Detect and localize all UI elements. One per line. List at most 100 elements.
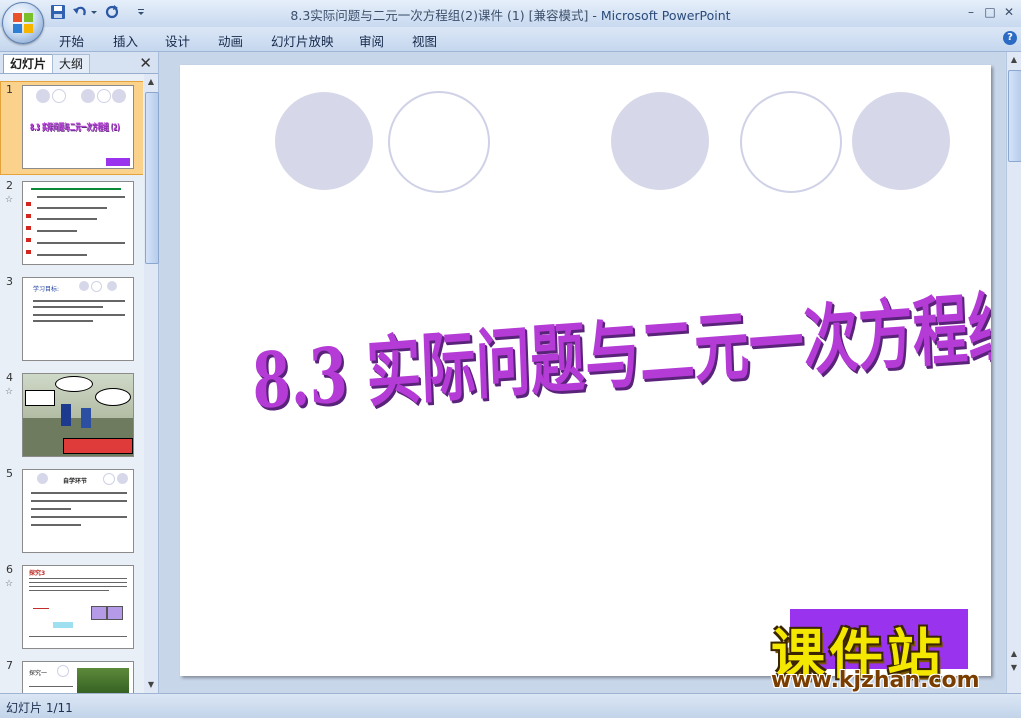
mini-callout [55,376,93,392]
mini-line [31,516,127,518]
mini-heading: 探究一 [29,670,48,677]
mini-box [91,606,107,620]
mini-circle [91,281,102,292]
title-bar: 8.3实际问题与二元一次方程组(2)课件 (1) [兼容模式] - Micros… [0,0,1021,44]
slide-3-preview: 学习目标: [22,277,134,361]
tab-design[interactable]: 设计 [165,31,190,50]
mini-line [31,524,81,526]
tab-review[interactable]: 审阅 [359,31,384,50]
slide-4-preview [22,373,134,457]
mini-circle [103,473,115,485]
mini-line [31,500,127,502]
mini-line [37,230,77,232]
office-button[interactable] [2,2,44,44]
slide-number: 2 [6,179,13,192]
mini-heading: 自学环节 [63,478,88,485]
decor-circle [275,92,373,190]
tab-slides[interactable]: 幻灯片 [3,54,54,73]
mini-heading: 学习目标: [33,286,60,293]
window-title: 8.3实际问题与二元一次方程组(2)课件 (1) [兼容模式] - Micros… [0,5,1021,24]
slide-number: 4 [6,371,13,384]
ribbon-tabs: 开始 插入 设计 动画 幻灯片放映 审阅 视图 ? [0,27,1021,52]
mini-line [33,300,125,302]
slide-1-preview: 8.3 实际问题与二元一次方程组 (2) [22,85,134,169]
document-name: 8.3实际问题与二元一次方程组(2)课件 (1) [兼容模式] [290,8,589,23]
decor-circle [388,91,490,193]
decor-circle [852,92,950,190]
tab-home[interactable]: 开始 [59,31,84,50]
scroll-thumb[interactable] [1008,70,1021,162]
tab-insert[interactable]: 插入 [113,31,138,50]
mini-circle [52,89,66,103]
scroll-thumb[interactable] [145,92,159,264]
office-logo-icon [13,13,33,33]
mini-circle [57,665,69,677]
app-name: Microsoft PowerPoint [600,8,731,23]
close-pane-icon[interactable]: ✕ [139,54,152,72]
minimize-button[interactable]: – [963,4,979,20]
slide-number: 5 [6,467,13,480]
help-icon[interactable]: ? [1003,31,1017,45]
slide-scrollbar[interactable]: ▲ ▲ ▼ [1006,52,1021,693]
animation-icon: ☆ [5,387,14,397]
scroll-up-icon[interactable]: ▲ [1008,54,1020,66]
slide-number: 7 [6,659,13,672]
mini-line [37,254,87,256]
mini-circle [97,89,111,103]
tab-view[interactable]: 视图 [412,31,437,50]
mini-box [53,622,73,628]
slide-editing-area: 8.3 实际问题与二元一次方程组 (2) [159,52,1005,693]
slide-counter: 幻灯片 1/11 [6,701,73,715]
watermark-url: www.kjzhan.com [771,668,980,693]
status-bar: 幻灯片 1/11 [0,693,1021,718]
mini-line [29,590,109,591]
mini-slide-title: 8.3 实际问题与二元一次方程组 (2) [30,123,120,133]
mini-line [29,582,127,583]
close-button[interactable]: ✕ [1001,4,1017,20]
mini-bullets [26,202,31,258]
decor-circle [740,91,842,193]
mini-line [29,636,127,637]
mini-line [29,578,127,579]
animation-icon: ☆ [5,195,14,205]
scroll-up-icon[interactable]: ▲ [145,76,157,88]
mini-heading: 探究3 [29,570,46,577]
mini-line [31,188,121,190]
watermark-logo: 课件站 www.kjzhan.com [765,610,1021,696]
slide-2-preview [22,181,134,265]
tab-slideshow[interactable]: 幻灯片放映 [271,31,334,50]
mini-line [29,686,73,687]
slide-number: 6 [6,563,13,576]
mini-line [33,320,93,322]
mini-person [61,404,71,426]
mini-callout [63,438,133,454]
tab-outline[interactable]: 大纲 [52,54,91,73]
mini-callout [95,388,131,406]
slide-title[interactable]: 8.3 实际问题与二元一次方程组 (2) [250,273,991,430]
slide-6-preview: 探究3 [22,565,134,649]
mini-line [37,242,125,244]
mini-circle [117,473,128,484]
mini-circle [36,89,50,103]
mini-person [81,408,91,428]
mini-line [37,218,97,220]
slides-pane: 幻灯片 大纲 ✕ 1 8.3 实际问题与二元一次方程组 (2) 2 ☆ 3 学习… [0,52,159,693]
animation-icon: ☆ [5,579,14,589]
mini-line [33,306,103,308]
mini-callout [25,390,55,406]
decor-circle [611,92,709,190]
mini-line [31,508,71,510]
maximize-button[interactable]: □ [982,4,998,20]
tab-animations[interactable]: 动画 [218,31,243,50]
mini-box [107,606,123,620]
mini-circle [112,89,126,103]
mini-circle [81,89,95,103]
current-slide[interactable]: 8.3 实际问题与二元一次方程组 (2) [180,65,991,676]
scroll-down-icon[interactable]: ▼ [145,679,157,691]
mini-line [31,492,127,494]
mini-line [33,314,125,316]
title-separator: - [588,8,601,23]
mini-circle [37,473,48,484]
mini-accent-bar [106,158,130,166]
thumbnail-scrollbar[interactable]: ▲ ▼ [144,74,159,693]
